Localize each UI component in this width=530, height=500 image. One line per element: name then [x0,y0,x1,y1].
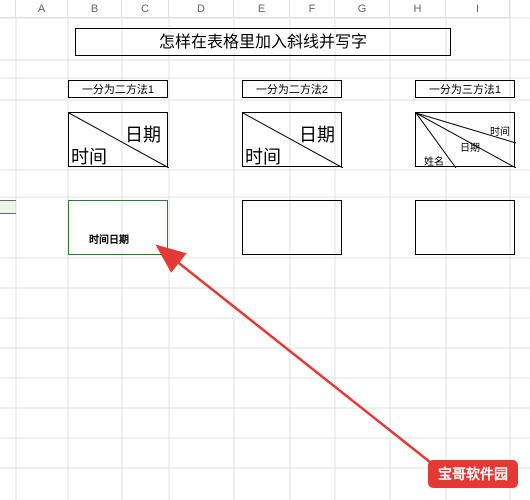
col-header-h[interactable]: H [390,0,446,18]
col-header-c[interactable]: C [122,0,169,18]
col-header-f[interactable]: F [290,0,335,18]
col-header-d[interactable]: D [169,0,234,18]
spreadsheet[interactable]: A B C D E F G H I 怎样在表格里加入斜线并写字 一分为二方法1 … [0,0,530,500]
method-label-2[interactable]: 一分为二方法2 [242,80,342,98]
active-cell[interactable]: 时间日期 [68,200,168,255]
active-cell-text: 时间日期 [89,231,129,246]
col-header-a[interactable]: A [16,0,68,18]
watermark-badge: 宝哥软件园 [428,460,518,488]
method-label-1[interactable]: 一分为二方法1 [68,80,168,98]
cell1-label-date: 日期 [125,121,161,147]
diagonal-cell-3[interactable]: 时间 日期 姓名 [415,112,515,167]
column-headers: A B C D E F G H I [0,0,530,18]
method-label-3[interactable]: 一分为三方法1 [415,80,515,98]
col-header-e[interactable]: E [234,0,290,18]
diagonal-cell-2[interactable]: 日期 时间 [242,112,342,167]
col-header-i[interactable]: I [446,0,510,18]
cell3-label-name: 姓名 [424,153,444,168]
cell1-label-time: 时间 [71,143,107,169]
diagonal-cell-1[interactable]: 日期 时间 [68,112,168,167]
cell2-label-time: 时间 [245,143,281,169]
empty-cell-3[interactable] [415,200,515,255]
col-header-b[interactable]: B [68,0,122,18]
row-selection-marker [0,200,16,214]
page-title[interactable]: 怎样在表格里加入斜线并写字 [75,28,451,56]
cell3-label-time: 时间 [490,123,510,138]
cell3-label-date: 日期 [460,139,480,154]
empty-cell-2[interactable] [242,200,342,255]
col-header-g[interactable]: G [335,0,390,18]
fill-handle[interactable] [165,252,170,257]
cell2-label-date: 日期 [299,121,335,147]
